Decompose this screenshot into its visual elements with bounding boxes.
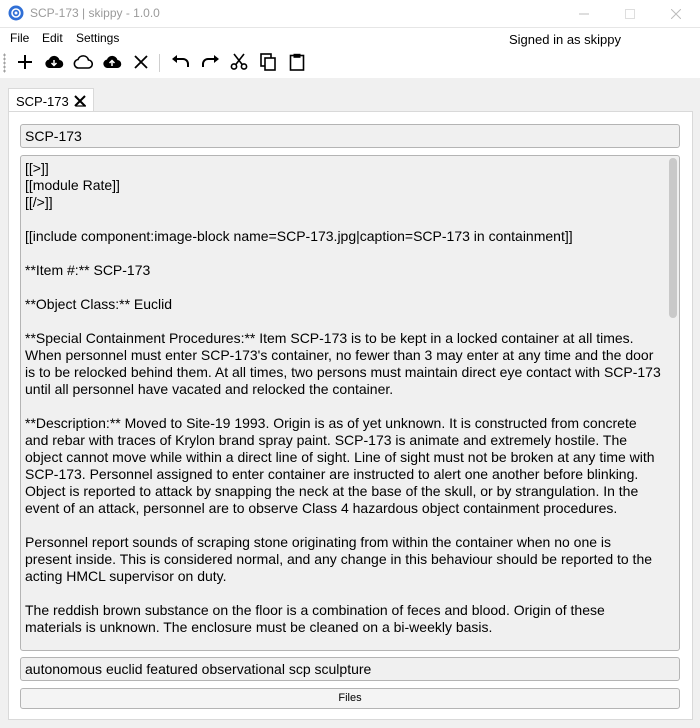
- window-close-button[interactable]: [653, 0, 699, 27]
- window-title: SCP-173 | skippy - 1.0.0: [30, 6, 160, 20]
- minimize-icon: [579, 9, 589, 19]
- minimize-button[interactable]: [561, 0, 607, 27]
- maximize-button[interactable]: [607, 0, 653, 27]
- copy-icon: [260, 52, 276, 74]
- close-page-button[interactable]: [130, 52, 152, 74]
- download-button[interactable]: [43, 52, 65, 74]
- tags-field[interactable]: autonomous euclid featured observational…: [20, 657, 680, 681]
- page-source-editor[interactable]: [[>]] [[module Rate]] [[/>]] [[include c…: [20, 155, 680, 651]
- page-title-value: SCP-173: [25, 128, 82, 144]
- redo-button[interactable]: [199, 52, 221, 74]
- close-icon: [671, 8, 681, 19]
- editor-scrollbar[interactable]: [669, 158, 677, 318]
- toolbar-grip[interactable]: [3, 53, 6, 73]
- menu-file[interactable]: File: [10, 31, 29, 45]
- files-button[interactable]: Files: [20, 688, 680, 709]
- tab-close-icon[interactable]: [73, 94, 88, 108]
- toolbar: [0, 48, 700, 78]
- upload-button[interactable]: [101, 52, 123, 74]
- undo-icon: [171, 54, 191, 72]
- undo-button[interactable]: [170, 52, 192, 74]
- cloud-button[interactable]: [72, 52, 94, 74]
- paste-icon: [289, 53, 305, 74]
- title-bar: SCP-173 | skippy - 1.0.0: [0, 0, 700, 28]
- tab-label: SCP-173: [16, 94, 69, 109]
- add-icon: [17, 54, 33, 73]
- toolbar-separator: [159, 54, 160, 72]
- close-icon: [134, 54, 148, 72]
- page-title-field[interactable]: SCP-173: [20, 124, 680, 148]
- new-page-button[interactable]: [14, 52, 36, 74]
- page-source-text: [[>]] [[module Rate]] [[/>]] [[include c…: [25, 160, 661, 635]
- redo-icon: [200, 54, 220, 72]
- cut-button[interactable]: [228, 52, 250, 74]
- signed-in-status: Signed in as skippy: [509, 32, 622, 47]
- tags-value: autonomous euclid featured observational…: [25, 661, 372, 677]
- tab-scp-173[interactable]: SCP-173: [8, 88, 94, 112]
- menu-settings[interactable]: Settings: [76, 31, 119, 45]
- menu-edit[interactable]: Edit: [42, 31, 63, 45]
- cloud-download-icon: [44, 54, 64, 73]
- paste-button[interactable]: [286, 52, 308, 74]
- copy-button[interactable]: [257, 52, 279, 74]
- cloud-icon: [73, 54, 94, 73]
- app-logo-icon: [8, 5, 24, 21]
- cloud-upload-icon: [102, 54, 122, 73]
- maximize-icon: [625, 8, 635, 19]
- cut-icon: [230, 53, 248, 74]
